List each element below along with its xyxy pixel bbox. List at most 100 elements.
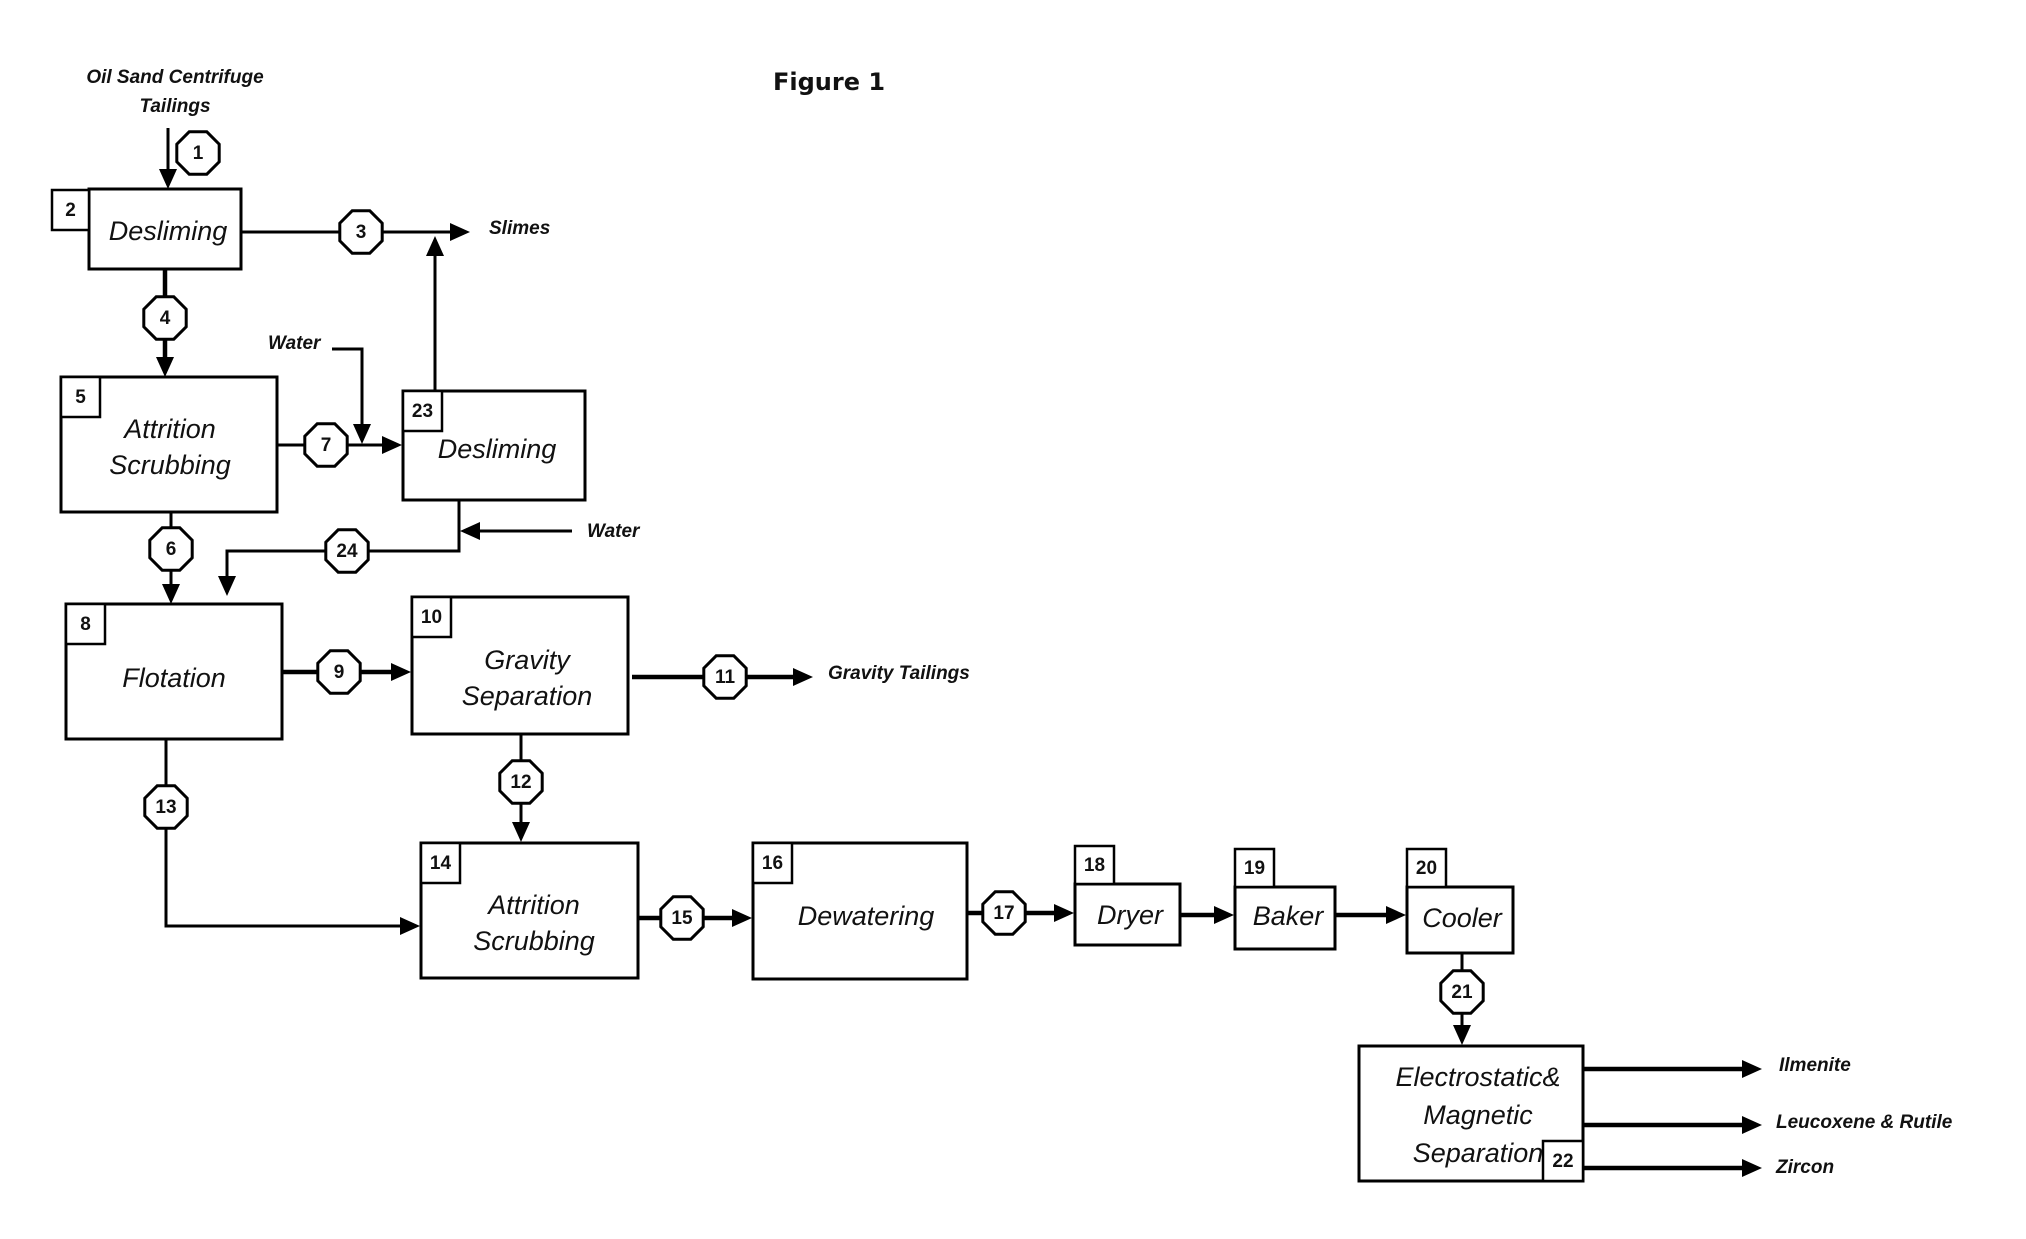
- arrowhead-icon: [162, 584, 180, 604]
- unit-label: Gravity: [484, 645, 571, 675]
- stream-number: 1: [193, 143, 204, 164]
- unit-number: 8: [80, 614, 91, 635]
- arrowhead-icon: [400, 917, 420, 935]
- process-unit-5: 5 Attrition Scrubbing: [59, 375, 279, 514]
- ilmenite-line: [1584, 1060, 1762, 1078]
- process-unit-16: 16 Dewatering: [751, 841, 969, 981]
- stream-marker-1: 1: [175, 130, 221, 176]
- arrowhead-icon: [450, 223, 470, 241]
- stream-number: 13: [155, 797, 176, 818]
- water-bottom-label: Water: [587, 521, 641, 542]
- unit-label: Dewatering: [798, 901, 935, 931]
- stream-marker-6: 6: [148, 526, 194, 572]
- process-unit-22: 22 Electrostatic&Magnetic Separation: [1357, 1044, 1585, 1183]
- stream-marker-21: 21: [1439, 969, 1485, 1015]
- ilmenite-label: Ilmenite: [1779, 1055, 1851, 1076]
- unit-number: 2: [65, 200, 76, 221]
- baker-to-cooler-line: [1335, 906, 1406, 924]
- gravity-tailings-label: Gravity Tailings: [828, 663, 970, 684]
- unit-number: 16: [762, 853, 783, 874]
- unit-label: Baker: [1253, 901, 1325, 931]
- process-unit-10: 10 Gravity Separation: [410, 595, 630, 736]
- arrowhead-icon: [512, 822, 530, 842]
- zircon-line: [1584, 1159, 1762, 1177]
- arrowhead-icon: [793, 668, 813, 686]
- water-bottom-line: [460, 522, 572, 540]
- stream-marker-4: 4: [142, 295, 188, 341]
- leucoxene-rutile-line: [1584, 1116, 1762, 1134]
- feed-label-line1: Oil Sand Centrifuge: [86, 67, 264, 88]
- stream-number: 24: [336, 541, 358, 562]
- feed-label-line2: Tailings: [139, 96, 210, 117]
- arrowhead-icon: [1742, 1159, 1762, 1177]
- unit-label: Cooler: [1422, 903, 1503, 933]
- process-unit-18: 18 Dryer: [1073, 844, 1182, 947]
- connectors: [156, 128, 1762, 1177]
- arrowhead-icon: [426, 236, 444, 256]
- stream-number: 21: [1451, 982, 1473, 1003]
- unit-label: Scrubbing: [473, 926, 595, 956]
- arrowhead-icon: [1214, 906, 1234, 924]
- stream-number: 11: [715, 667, 736, 688]
- unit-number: 14: [430, 853, 452, 874]
- arrowhead-icon: [382, 436, 402, 454]
- process-unit-8: 8 Flotation: [64, 602, 284, 741]
- stream-marker-17: 17: [981, 890, 1027, 936]
- unit-label: Scrubbing: [109, 450, 231, 480]
- arrowhead-icon: [159, 169, 177, 189]
- unit-number: 23: [412, 401, 433, 422]
- process-unit-2: 2 Desliming: [50, 187, 243, 271]
- stream-number: 15: [671, 908, 693, 929]
- arrowhead-icon: [1386, 906, 1406, 924]
- unit-label: Desliming: [438, 434, 557, 464]
- stream-marker-11: 11: [702, 654, 748, 700]
- arrowhead-icon: [218, 576, 236, 596]
- dryer-to-baker-line: [1180, 906, 1234, 924]
- water-top-label: Water: [268, 333, 322, 354]
- stream-marker-9: 9: [316, 649, 362, 695]
- unit-label: Attrition: [122, 414, 216, 444]
- stream-marker-15: 15: [659, 895, 705, 941]
- arrowhead-icon: [156, 357, 174, 377]
- stream-number: 7: [321, 435, 332, 456]
- unit-number: 18: [1084, 855, 1105, 876]
- connector-line: [332, 347, 364, 424]
- unit-number: 10: [421, 607, 442, 628]
- arrowhead-icon: [460, 522, 480, 540]
- stream-number: 4: [160, 308, 171, 329]
- process-unit-19: 19 Baker: [1233, 847, 1337, 951]
- unit-label: Magnetic: [1423, 1100, 1533, 1130]
- arrowhead-icon: [1453, 1025, 1471, 1045]
- arrowhead-icon: [391, 663, 411, 681]
- process-unit-20: 20 Cooler: [1405, 847, 1515, 955]
- unit-number: 22: [1552, 1151, 1573, 1172]
- process-unit-14: 14 Attrition Scrubbing: [419, 841, 640, 980]
- stream-marker-12: 12: [498, 759, 544, 805]
- unit-label: Separation: [462, 681, 593, 711]
- leucoxene-rutile-label: Leucoxene & Rutile: [1776, 1112, 1953, 1133]
- zircon-label: Zircon: [1775, 1157, 1834, 1178]
- slimes-label: Slimes: [489, 218, 550, 239]
- unit-label: Flotation: [122, 663, 226, 693]
- stream-marker-13: 13: [143, 784, 189, 830]
- arrowhead-icon: [1742, 1116, 1762, 1134]
- unit-number: 19: [1244, 858, 1265, 879]
- figure-title: Figure 1: [773, 68, 885, 96]
- stream-number: 3: [356, 222, 367, 243]
- stream-number: 12: [510, 772, 531, 793]
- arrowhead-icon: [1054, 904, 1074, 922]
- feed-arrow: [159, 128, 177, 189]
- unit-label: Electrostatic&: [1395, 1062, 1560, 1092]
- connector-line: [164, 739, 400, 928]
- stream-number: 9: [334, 662, 345, 683]
- unit-label: Desliming: [109, 216, 228, 246]
- unit-number: 20: [1416, 858, 1437, 879]
- arrowhead-icon: [1742, 1060, 1762, 1078]
- slimes-return-line: [426, 236, 444, 391]
- unit-number: 5: [75, 387, 86, 408]
- unit-label: Dryer: [1097, 900, 1164, 930]
- stream-marker-7: 7: [303, 422, 349, 468]
- arrowhead-icon: [732, 909, 752, 927]
- process-unit-23: 23Desliming: [401, 389, 587, 502]
- stream-number: 17: [993, 903, 1014, 924]
